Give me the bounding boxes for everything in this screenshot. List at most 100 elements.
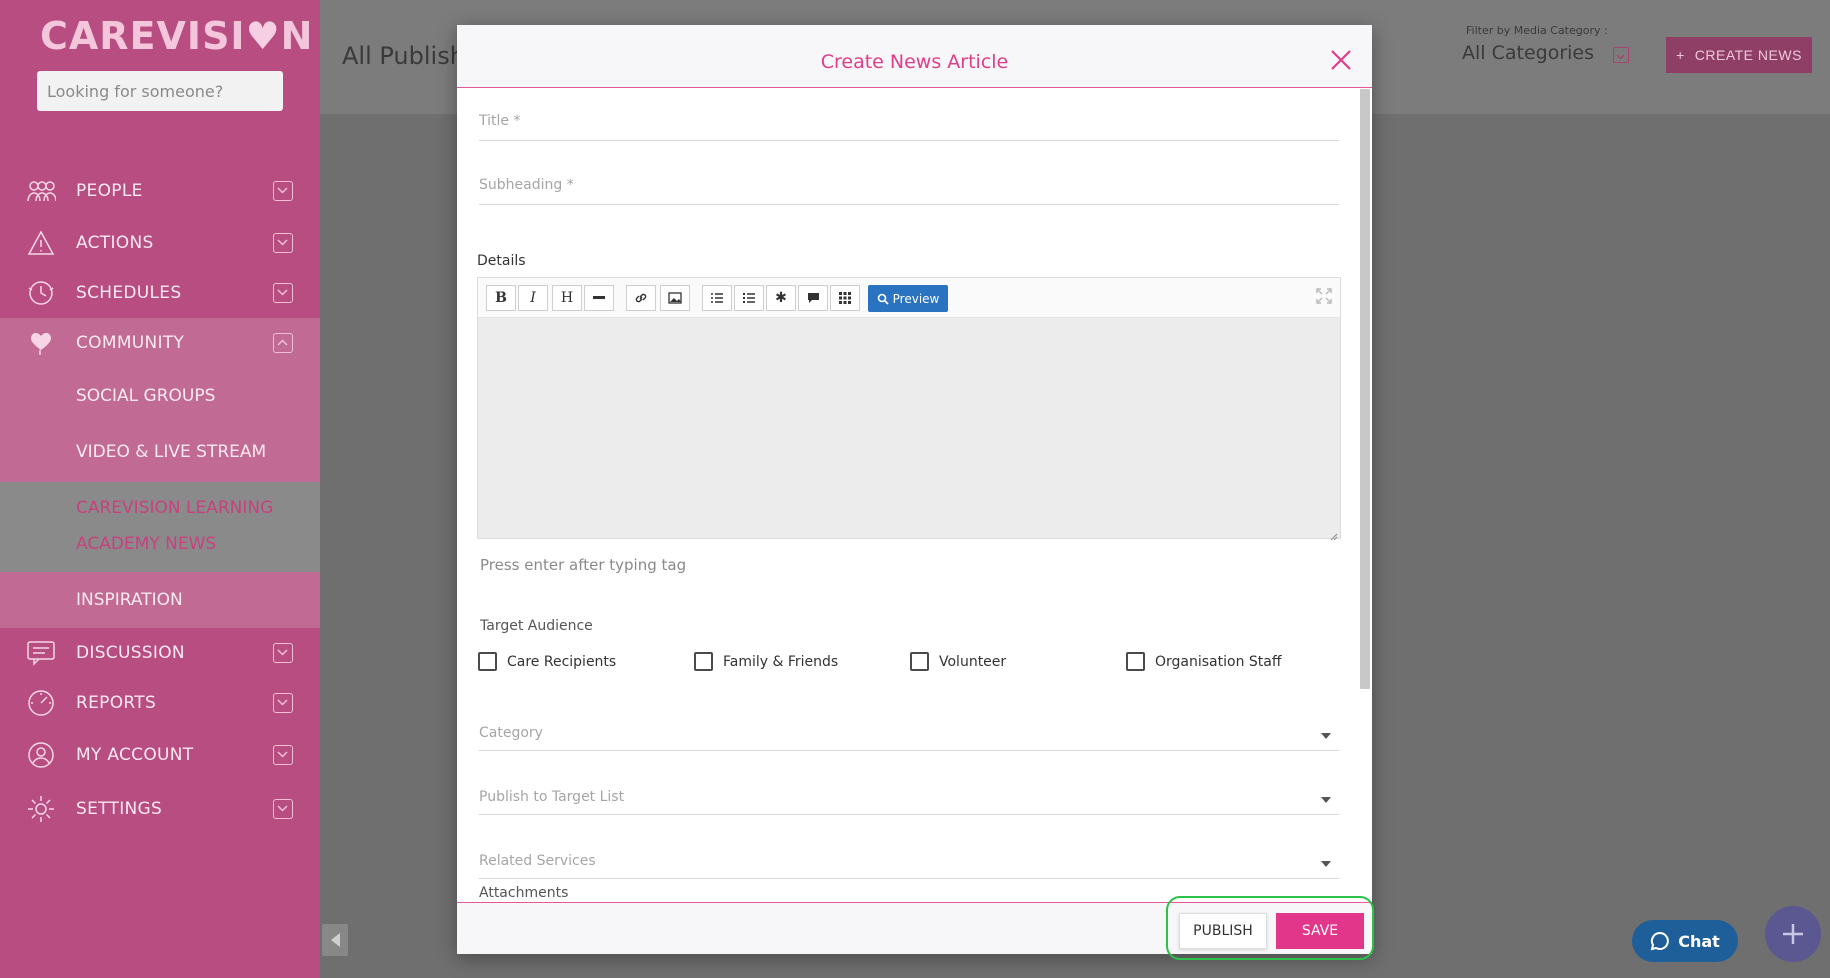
checkbox-box[interactable]: [910, 652, 929, 671]
chevron-down-icon[interactable]: [1613, 47, 1629, 63]
organisation-staff-checkbox[interactable]: Organisation Staff: [1126, 652, 1282, 671]
chevron-down-icon[interactable]: [273, 643, 293, 663]
table-button[interactable]: [830, 285, 860, 311]
ordered-list-button[interactable]: [702, 285, 732, 311]
chevron-down-icon[interactable]: [273, 693, 293, 713]
chevron-down-icon[interactable]: [273, 745, 293, 765]
search-icon: [877, 293, 889, 305]
logo-heart-icon: ♥: [245, 14, 281, 58]
triangle-left-icon: [331, 933, 340, 947]
unordered-list-button[interactable]: [734, 285, 764, 311]
filter-label: Filter by Media Category :: [1466, 24, 1608, 37]
plus-icon: +: [1676, 47, 1685, 63]
chat-bubble-icon: [1650, 931, 1670, 951]
checkbox-box[interactable]: [478, 652, 497, 671]
grid-icon: [839, 292, 851, 304]
sidebar-item-reports[interactable]: REPORTS: [0, 678, 320, 728]
create-news-button[interactable]: + CREATE NEWS: [1666, 37, 1812, 73]
sidebar-item-my-account[interactable]: MY ACCOUNT: [0, 730, 320, 780]
sidebar-item-label: REPORTS: [76, 693, 157, 713]
community-heart-icon: [26, 328, 56, 358]
sidebar-item-label: ACTIONS: [76, 233, 154, 253]
add-fab-button[interactable]: [1765, 906, 1821, 962]
sidebar-subitem-academy-news[interactable]: ACADEMY NEWS: [76, 534, 216, 554]
modal-header: Create News Article: [457, 25, 1372, 88]
title-field: [479, 113, 1339, 141]
category-select[interactable]: Category: [479, 725, 1339, 751]
page-title: All Publish: [342, 42, 465, 70]
warning-icon: [26, 228, 56, 258]
chevron-down-icon[interactable]: [273, 283, 293, 303]
account-icon: [26, 740, 56, 770]
modal-scrollbar[interactable]: [1360, 89, 1370, 689]
link-button[interactable]: [626, 285, 656, 311]
volunteer-checkbox[interactable]: Volunteer: [910, 652, 1006, 671]
subheading-input[interactable]: [479, 177, 1339, 193]
caret-down-icon: [1321, 733, 1331, 739]
action-buttons-highlight: [1166, 896, 1374, 960]
editor-content-area[interactable]: [478, 318, 1340, 541]
preview-label: Preview: [892, 291, 940, 306]
tag-input-hint[interactable]: Press enter after typing tag: [480, 556, 686, 574]
sidebar-item-label: COMMUNITY: [76, 333, 185, 353]
chevron-down-icon[interactable]: [273, 181, 293, 201]
family-friends-checkbox[interactable]: Family & Friends: [694, 652, 838, 671]
sidebar-subitem-video-live-stream[interactable]: VIDEO & LIVE STREAM: [76, 442, 266, 462]
sidebar-item-community[interactable]: COMMUNITY: [0, 318, 320, 368]
image-button[interactable]: [660, 285, 690, 311]
title-input[interactable]: [479, 113, 1339, 129]
sidebar-subitem-social-groups[interactable]: SOCIAL GROUPS: [76, 386, 215, 406]
quote-button[interactable]: [798, 285, 828, 311]
caret-down-icon: [1321, 861, 1331, 867]
sidebar-item-label: SETTINGS: [76, 799, 163, 819]
sidebar-subitem-inspiration[interactable]: INSPIRATION: [76, 590, 183, 610]
select-placeholder: Related Services: [479, 853, 596, 869]
sidebar-item-label: PEOPLE: [76, 181, 143, 201]
checkbox-box[interactable]: [1126, 652, 1145, 671]
active-submenu-item-bg: [0, 482, 320, 572]
filter-category-select[interactable]: All Categories: [1462, 42, 1594, 64]
carevision-logo[interactable]: CAREVISI♥N: [40, 14, 313, 58]
care-recipients-checkbox[interactable]: Care Recipients: [478, 652, 616, 671]
attachments-label: Attachments: [479, 885, 569, 901]
schedule-icon: [26, 278, 56, 308]
sidebar: CAREVISI♥N PEOPLE ACTIONS SCHEDULES COMM…: [0, 0, 320, 978]
select-placeholder: Publish to Target List: [479, 789, 625, 805]
heading-icon: H: [560, 290, 574, 306]
unordered-list-icon: [743, 293, 755, 303]
sidebar-subitem-carevision-learning[interactable]: CAREVISION LEARNING: [76, 498, 273, 518]
sidebar-item-schedules[interactable]: SCHEDULES: [0, 268, 320, 318]
bold-button[interactable]: B: [486, 285, 516, 311]
preview-button[interactable]: Preview: [868, 285, 948, 312]
chevron-up-icon[interactable]: [273, 333, 293, 353]
publish-target-select[interactable]: Publish to Target List: [479, 789, 1339, 815]
search-input[interactable]: [37, 71, 283, 111]
caret-down-icon: [1321, 797, 1331, 803]
collapse-sidebar-button[interactable]: [322, 924, 348, 956]
fullscreen-icon[interactable]: [1316, 288, 1332, 304]
horizontal-rule-button[interactable]: [584, 285, 614, 311]
chevron-down-icon[interactable]: [273, 799, 293, 819]
resize-handle-icon[interactable]: [1328, 526, 1338, 541]
checkbox-label: Family & Friends: [723, 653, 839, 670]
create-news-label: CREATE NEWS: [1694, 47, 1802, 63]
sidebar-item-discussion[interactable]: DISCUSSION: [0, 628, 320, 678]
heading-button[interactable]: H: [552, 285, 582, 311]
chat-button[interactable]: Chat: [1632, 920, 1738, 962]
subheading-field: [479, 177, 1339, 205]
checkbox-box[interactable]: [694, 652, 713, 671]
chevron-down-icon[interactable]: [273, 233, 293, 253]
editor-toolbar: B I H ✱ Preview: [478, 278, 1340, 318]
close-icon[interactable]: [1329, 48, 1355, 74]
related-services-select[interactable]: Related Services: [479, 853, 1339, 879]
discussion-icon: [26, 638, 56, 668]
sidebar-item-settings[interactable]: SETTINGS: [0, 784, 320, 834]
sidebar-item-people[interactable]: PEOPLE: [0, 166, 320, 216]
sidebar-item-actions[interactable]: ACTIONS: [0, 218, 320, 268]
link-icon: [635, 293, 647, 303]
people-icon: [26, 176, 56, 206]
modal-title: Create News Article: [820, 51, 1009, 73]
asterisk-button[interactable]: ✱: [766, 285, 796, 311]
sidebar-item-label: DISCUSSION: [76, 643, 185, 663]
italic-button[interactable]: I: [518, 285, 548, 311]
